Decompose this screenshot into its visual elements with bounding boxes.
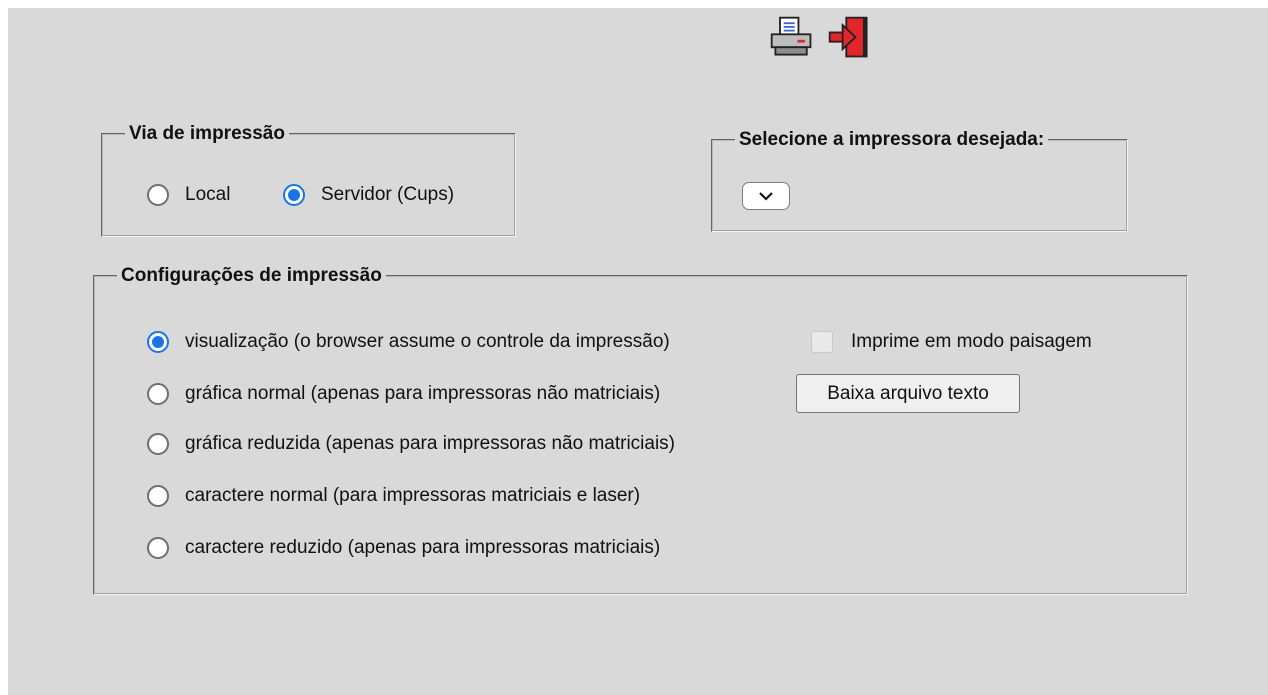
radio-visualizacao[interactable]: visualização (o browser assume o control… [147,331,670,353]
landscape-checkbox-row[interactable]: Imprime em modo paisagem [811,331,1092,353]
radio-local-label: Local [185,184,231,205]
exit-door-icon[interactable] [826,12,874,64]
radio-caractere-normal[interactable]: caractere normal (para impressoras matri… [147,485,640,507]
landscape-checkbox[interactable] [811,331,833,353]
printer-select-legend: Selecione a impressora desejada: [739,129,1045,150]
radio-caractere-normal-label: caractere normal (para impressoras matri… [185,485,641,506]
radio-grafica-reduzida-label: gráfica reduzida (apenas para impressora… [185,433,676,454]
radio-visualizacao-control[interactable] [147,331,169,353]
printer-select-group: Selecione a impressora desejada: [711,129,1128,232]
landscape-checkbox-label: Imprime em modo paisagem [851,331,1092,352]
chevron-down-icon [759,192,773,201]
download-text-button[interactable]: Baixa arquivo texto [796,374,1020,413]
radio-grafica-reduzida-control[interactable] [147,433,169,455]
radio-servidor-control[interactable] [283,184,305,206]
radio-grafica-normal-label: gráfica normal (apenas para impressoras … [185,383,661,404]
radio-servidor[interactable]: Servidor (Cups) [283,184,454,206]
radio-local-control[interactable] [147,184,169,206]
radio-grafica-reduzida[interactable]: gráfica reduzida (apenas para impressora… [147,433,675,455]
radio-caractere-reduzido-control[interactable] [147,537,169,559]
radio-caractere-reduzido-label: caractere reduzido (apenas para impresso… [185,537,661,558]
config-impressao-legend: Configurações de impressão [121,265,382,286]
radio-local[interactable]: Local [147,184,230,206]
radio-grafica-normal[interactable]: gráfica normal (apenas para impressoras … [147,383,660,405]
radio-caractere-reduzido[interactable]: caractere reduzido (apenas para impresso… [147,537,660,559]
via-impressao-legend: Via de impressão [129,123,285,144]
radio-visualizacao-label: visualização (o browser assume o control… [185,331,670,352]
radio-grafica-normal-control[interactable] [147,383,169,405]
printer-icon[interactable] [768,12,816,64]
radio-caractere-normal-control[interactable] [147,485,169,507]
printer-select-dropdown[interactable] [742,182,790,210]
toolbar [768,10,874,66]
radio-servidor-label: Servidor (Cups) [321,184,455,205]
via-impressao-group: Via de impressão [101,123,516,237]
